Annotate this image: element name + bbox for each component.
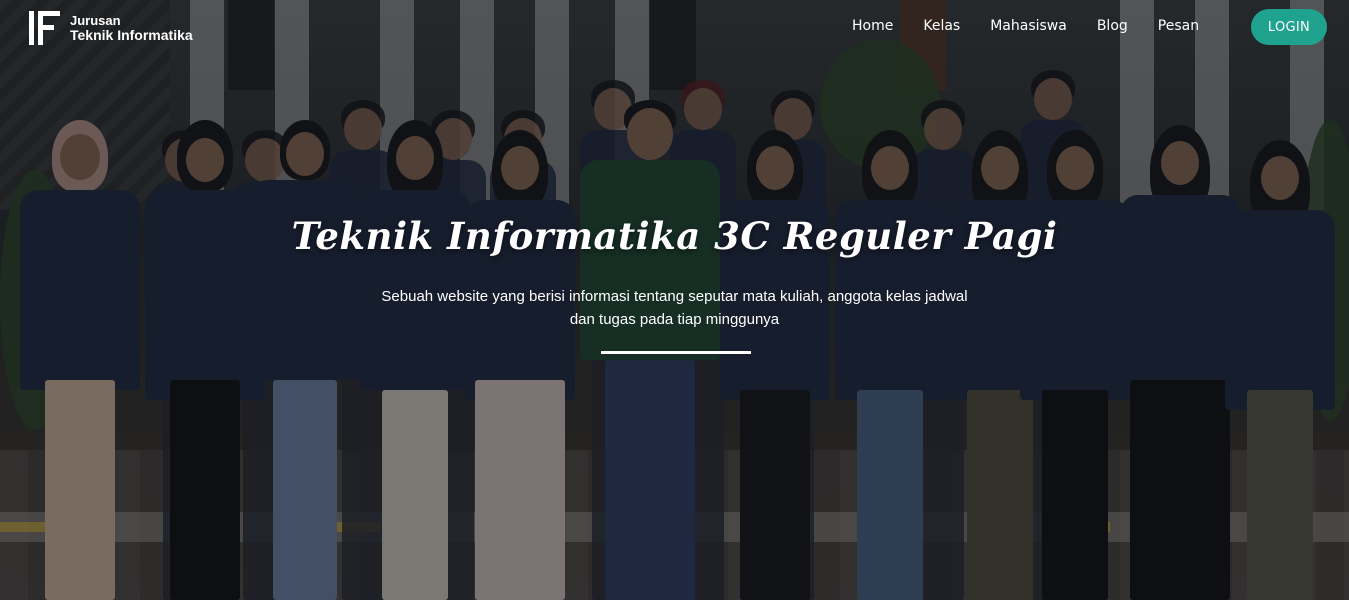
navbar: Jurusan Teknik Informatika Home Kelas Ma…: [0, 0, 1349, 56]
hero-title: Teknik Informatika 3C Reguler Pagi: [291, 214, 1058, 258]
nav-kelas[interactable]: Kelas: [923, 18, 960, 34]
brand-line-2: Teknik Informatika: [70, 27, 193, 43]
brand-text: Jurusan Teknik Informatika: [70, 13, 193, 43]
hero-divider: [601, 351, 751, 354]
hero-subtitle: Sebuah website yang berisi informasi ten…: [381, 288, 968, 328]
nav-home[interactable]: Home: [852, 18, 893, 34]
hero-section: Jurusan Teknik Informatika Home Kelas Ma…: [0, 0, 1349, 600]
nav-mahasiswa[interactable]: Mahasiswa: [990, 18, 1067, 34]
login-button[interactable]: LOGIN: [1251, 9, 1327, 45]
brand-line-1: Jurusan: [70, 13, 121, 28]
brand-logo[interactable]: Jurusan Teknik Informatika: [27, 9, 193, 47]
nav-pesan[interactable]: Pesan: [1158, 18, 1199, 34]
nav-blog[interactable]: Blog: [1097, 18, 1128, 34]
if-logo-icon: [27, 9, 67, 47]
main-nav: Home Kelas Mahasiswa Blog Pesan: [852, 18, 1229, 34]
